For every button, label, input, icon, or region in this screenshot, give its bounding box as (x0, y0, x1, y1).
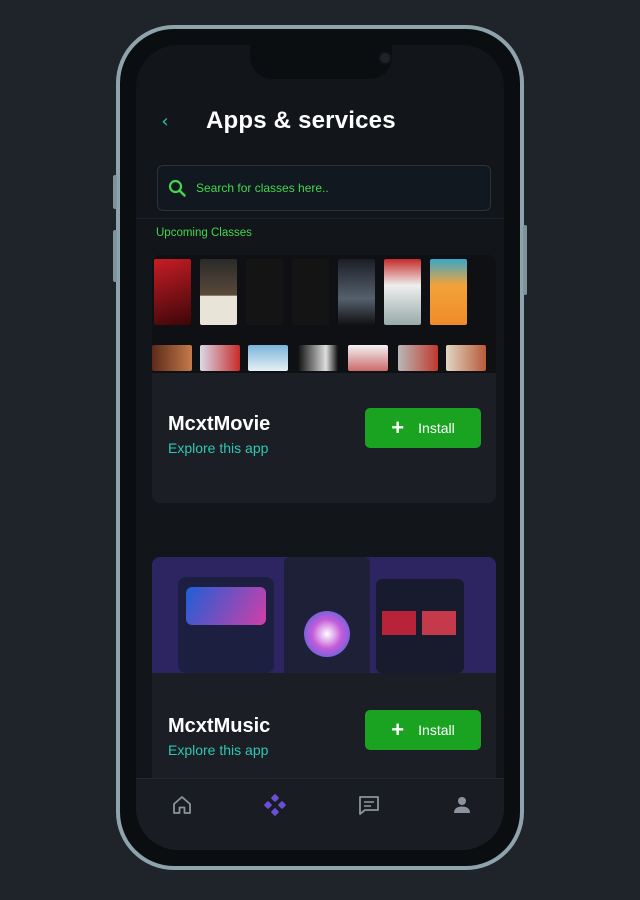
phone-side-button (113, 230, 117, 282)
album-art (422, 611, 456, 635)
phone-side-button (113, 175, 117, 209)
install-button[interactable]: + Install (365, 710, 481, 750)
movie-thumbnail (298, 345, 338, 371)
app-preview-image (152, 557, 496, 673)
search-icon (168, 179, 186, 197)
movie-thumbnail (200, 345, 240, 371)
plus-icon: + (391, 717, 405, 742)
app-card-mcxtmovie[interactable]: McxtMovie Explore this app + Install (152, 255, 496, 503)
apps-icon[interactable] (263, 793, 287, 817)
app-subtitle[interactable]: Explore this app (168, 742, 268, 758)
music-player-preview (284, 557, 370, 673)
app-subtitle[interactable]: Explore this app (168, 440, 268, 456)
search-bar[interactable] (157, 165, 491, 211)
divider (136, 218, 504, 219)
movie-poster (338, 259, 375, 325)
plus-icon: + (391, 415, 405, 440)
install-label: Install (418, 420, 455, 436)
app-screen: ‹ Apps & services Upcoming Classes (136, 45, 504, 850)
movie-poster (430, 259, 467, 325)
app-preview-image (152, 255, 496, 373)
page-title: Apps & services (206, 107, 396, 134)
album-art (186, 587, 266, 625)
movie-thumbnail (398, 345, 438, 371)
section-label: Upcoming Classes (156, 227, 252, 239)
album-art (304, 611, 350, 657)
music-screen-preview (178, 577, 274, 673)
chevron-left-icon[interactable]: ‹ (154, 111, 176, 133)
movie-thumbnail (348, 345, 388, 371)
app-name: McxtMovie (168, 413, 271, 435)
home-icon[interactable] (170, 793, 194, 817)
movie-poster (154, 259, 191, 325)
install-label: Install (418, 722, 455, 738)
movie-thumbnail (152, 345, 192, 371)
movie-poster (384, 259, 421, 325)
phone-bezel: ‹ Apps & services Upcoming Classes (120, 29, 520, 866)
bottom-nav (136, 778, 504, 850)
install-button[interactable]: + Install (365, 408, 481, 448)
profile-icon[interactable] (450, 793, 474, 817)
movie-poster (246, 259, 283, 325)
phone-notch (250, 45, 392, 79)
app-name: McxtMusic (168, 715, 271, 737)
movie-poster (292, 259, 329, 325)
phone-power-button (523, 225, 527, 295)
chat-icon[interactable] (357, 793, 381, 817)
search-input[interactable] (196, 166, 476, 210)
movie-thumbnail (446, 345, 486, 371)
music-list-preview (376, 579, 464, 673)
movie-thumbnail (248, 345, 288, 371)
front-camera (378, 51, 392, 65)
movie-poster (200, 259, 237, 325)
album-art (382, 611, 416, 635)
phone-frame: ‹ Apps & services Upcoming Classes (113, 25, 527, 870)
